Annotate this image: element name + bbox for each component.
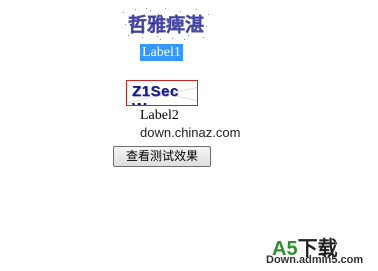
view-test-result-button[interactable]: 查看测试效果 bbox=[113, 146, 211, 167]
captcha-chinese-text: 哲雅痺湛 bbox=[128, 13, 204, 36]
a5-download-watermark: A5下载 Down.admin5.com bbox=[262, 232, 374, 268]
captcha-noise-graphic: 哲雅痺湛 bbox=[123, 8, 209, 40]
label2: Label2 bbox=[140, 108, 179, 123]
captcha-code-text: Z1Sec W bbox=[132, 83, 179, 105]
captcha-code-image: Z1Sec W bbox=[126, 80, 198, 106]
watermark-url: Down.admin5.com bbox=[266, 254, 364, 266]
chinese-captcha-image: 哲雅痺湛 bbox=[120, 6, 212, 42]
site-text: down.chinaz.com bbox=[140, 125, 241, 140]
label1: Label1 bbox=[140, 44, 183, 61]
